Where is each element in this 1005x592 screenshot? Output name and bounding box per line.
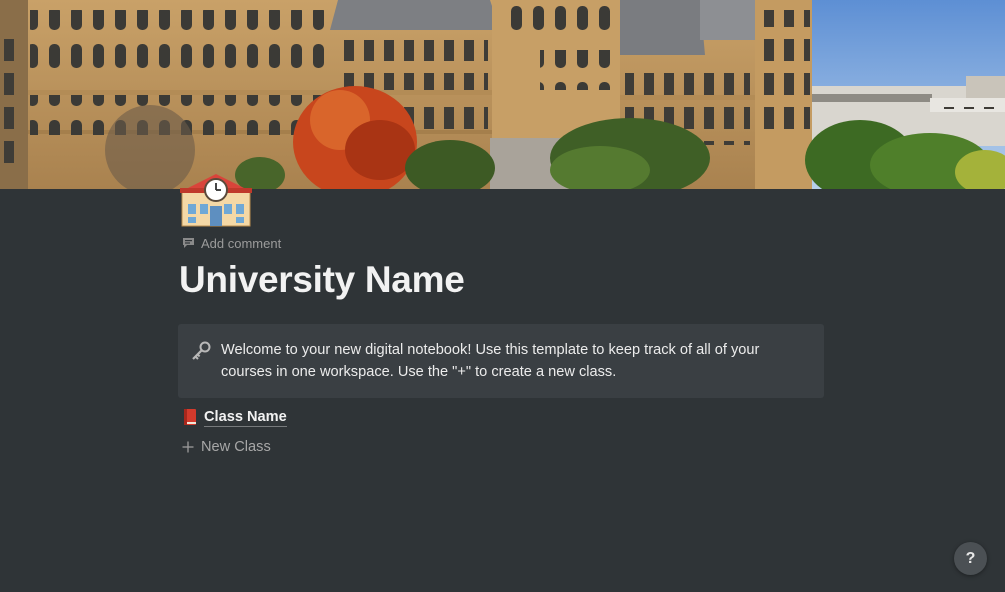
- callout-text[interactable]: Welcome to your new digital notebook! Us…: [221, 340, 811, 383]
- red-book-icon: [181, 407, 199, 427]
- new-class-label: New Class: [201, 439, 271, 455]
- welcome-callout: Welcome to your new digital notebook! Us…: [178, 324, 824, 398]
- key-icon[interactable]: [190, 340, 212, 362]
- class-page-link[interactable]: Class Name: [181, 406, 287, 428]
- comment-icon: [182, 237, 195, 249]
- page-title[interactable]: University Name: [179, 257, 465, 303]
- class-name-label: Class Name: [204, 408, 287, 427]
- help-button[interactable]: ?: [954, 542, 987, 575]
- school-clock-icon[interactable]: [180, 168, 252, 228]
- cover-image[interactable]: [0, 0, 1005, 189]
- add-comment-label: Add comment: [201, 235, 282, 251]
- add-comment-button[interactable]: Add comment: [182, 234, 281, 252]
- new-class-button[interactable]: New Class: [182, 437, 271, 457]
- cover-photo: [0, 0, 1005, 189]
- plus-icon: [182, 441, 194, 453]
